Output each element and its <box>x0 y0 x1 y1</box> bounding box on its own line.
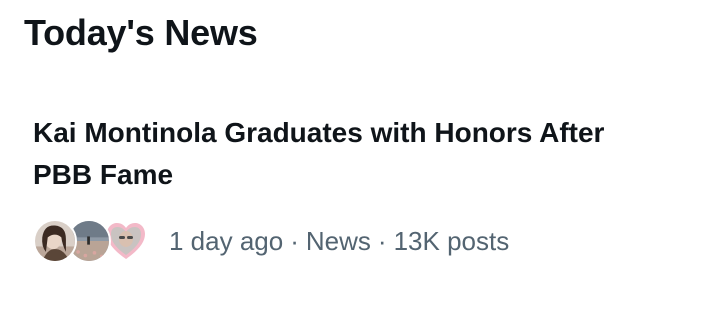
meta-separator: · <box>290 225 299 256</box>
news-meta-row: 1 day ago · News · 13K posts <box>33 216 509 266</box>
news-category: News <box>305 225 371 256</box>
section-title: Today's News <box>24 12 258 53</box>
avatar-stack <box>33 217 153 265</box>
user-avatar-photo-icon <box>33 219 77 263</box>
news-item[interactable]: Kai Montinola Graduates with Honors Afte… <box>0 100 719 290</box>
heart-frame-avatar-photo-icon <box>105 220 147 262</box>
time-ago: 1 day ago <box>169 225 284 256</box>
todays-news-module: Today's News Kai Montinola Graduates wit… <box>0 0 719 312</box>
post-count: 13K posts <box>393 225 510 256</box>
meta-separator: · <box>377 225 387 256</box>
news-meta-text: 1 day ago · News · 13K posts <box>169 226 509 257</box>
news-headline[interactable]: Kai Montinola Graduates with Honors Afte… <box>33 112 653 196</box>
